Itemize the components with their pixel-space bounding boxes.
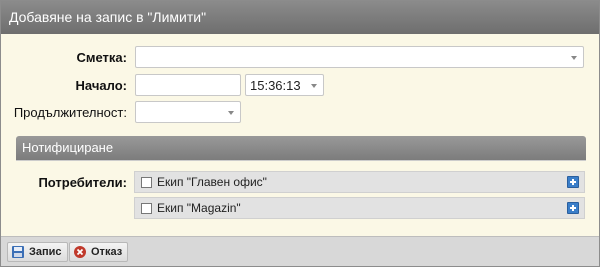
start-date-input[interactable] — [135, 74, 241, 96]
form-content: Сметка: Начало: 15:36:13 Продължителност… — [1, 34, 599, 234]
cancel-button[interactable]: Отказ — [69, 242, 129, 262]
users-label: Потребители: — [38, 175, 127, 190]
duration-label: Продължителност: — [13, 105, 127, 120]
account-label: Сметка: — [76, 50, 127, 65]
add-limit-dialog: Добавяне на запис в "Лимити" Сметка: Нач… — [0, 0, 600, 267]
team-checkbox[interactable] — [141, 203, 152, 214]
chevron-down-icon — [228, 111, 234, 115]
start-time-value: 15:36:13 — [250, 78, 301, 93]
plus-icon[interactable] — [567, 202, 579, 214]
team-label: Екип "Magazin" — [157, 201, 241, 215]
save-button-label: Запис — [29, 246, 62, 258]
account-select[interactable] — [135, 46, 584, 68]
dialog-title: Добавяне на запис в "Лимити" — [1, 1, 599, 34]
team-label: Екип "Главен офис" — [157, 175, 267, 189]
cancel-icon — [74, 246, 86, 258]
cancel-button-label: Отказ — [91, 246, 123, 258]
team-checkbox[interactable] — [141, 177, 152, 188]
chevron-down-icon — [311, 84, 317, 88]
notifications-section-header: Нотифициране — [16, 136, 586, 160]
team-row-main-office: Екип "Главен офис" — [134, 171, 585, 193]
team-row-magazin: Екип "Magazin" — [134, 197, 585, 219]
chevron-down-icon — [571, 56, 577, 60]
start-time-select[interactable]: 15:36:13 — [245, 74, 324, 96]
save-button[interactable]: Запис — [7, 242, 68, 262]
duration-select[interactable] — [135, 101, 241, 123]
section-divider — [16, 160, 586, 161]
plus-icon[interactable] — [567, 176, 579, 188]
start-label: Начало: — [75, 78, 127, 93]
save-icon — [12, 246, 24, 258]
dialog-footer: Запис Отказ — [1, 236, 599, 266]
